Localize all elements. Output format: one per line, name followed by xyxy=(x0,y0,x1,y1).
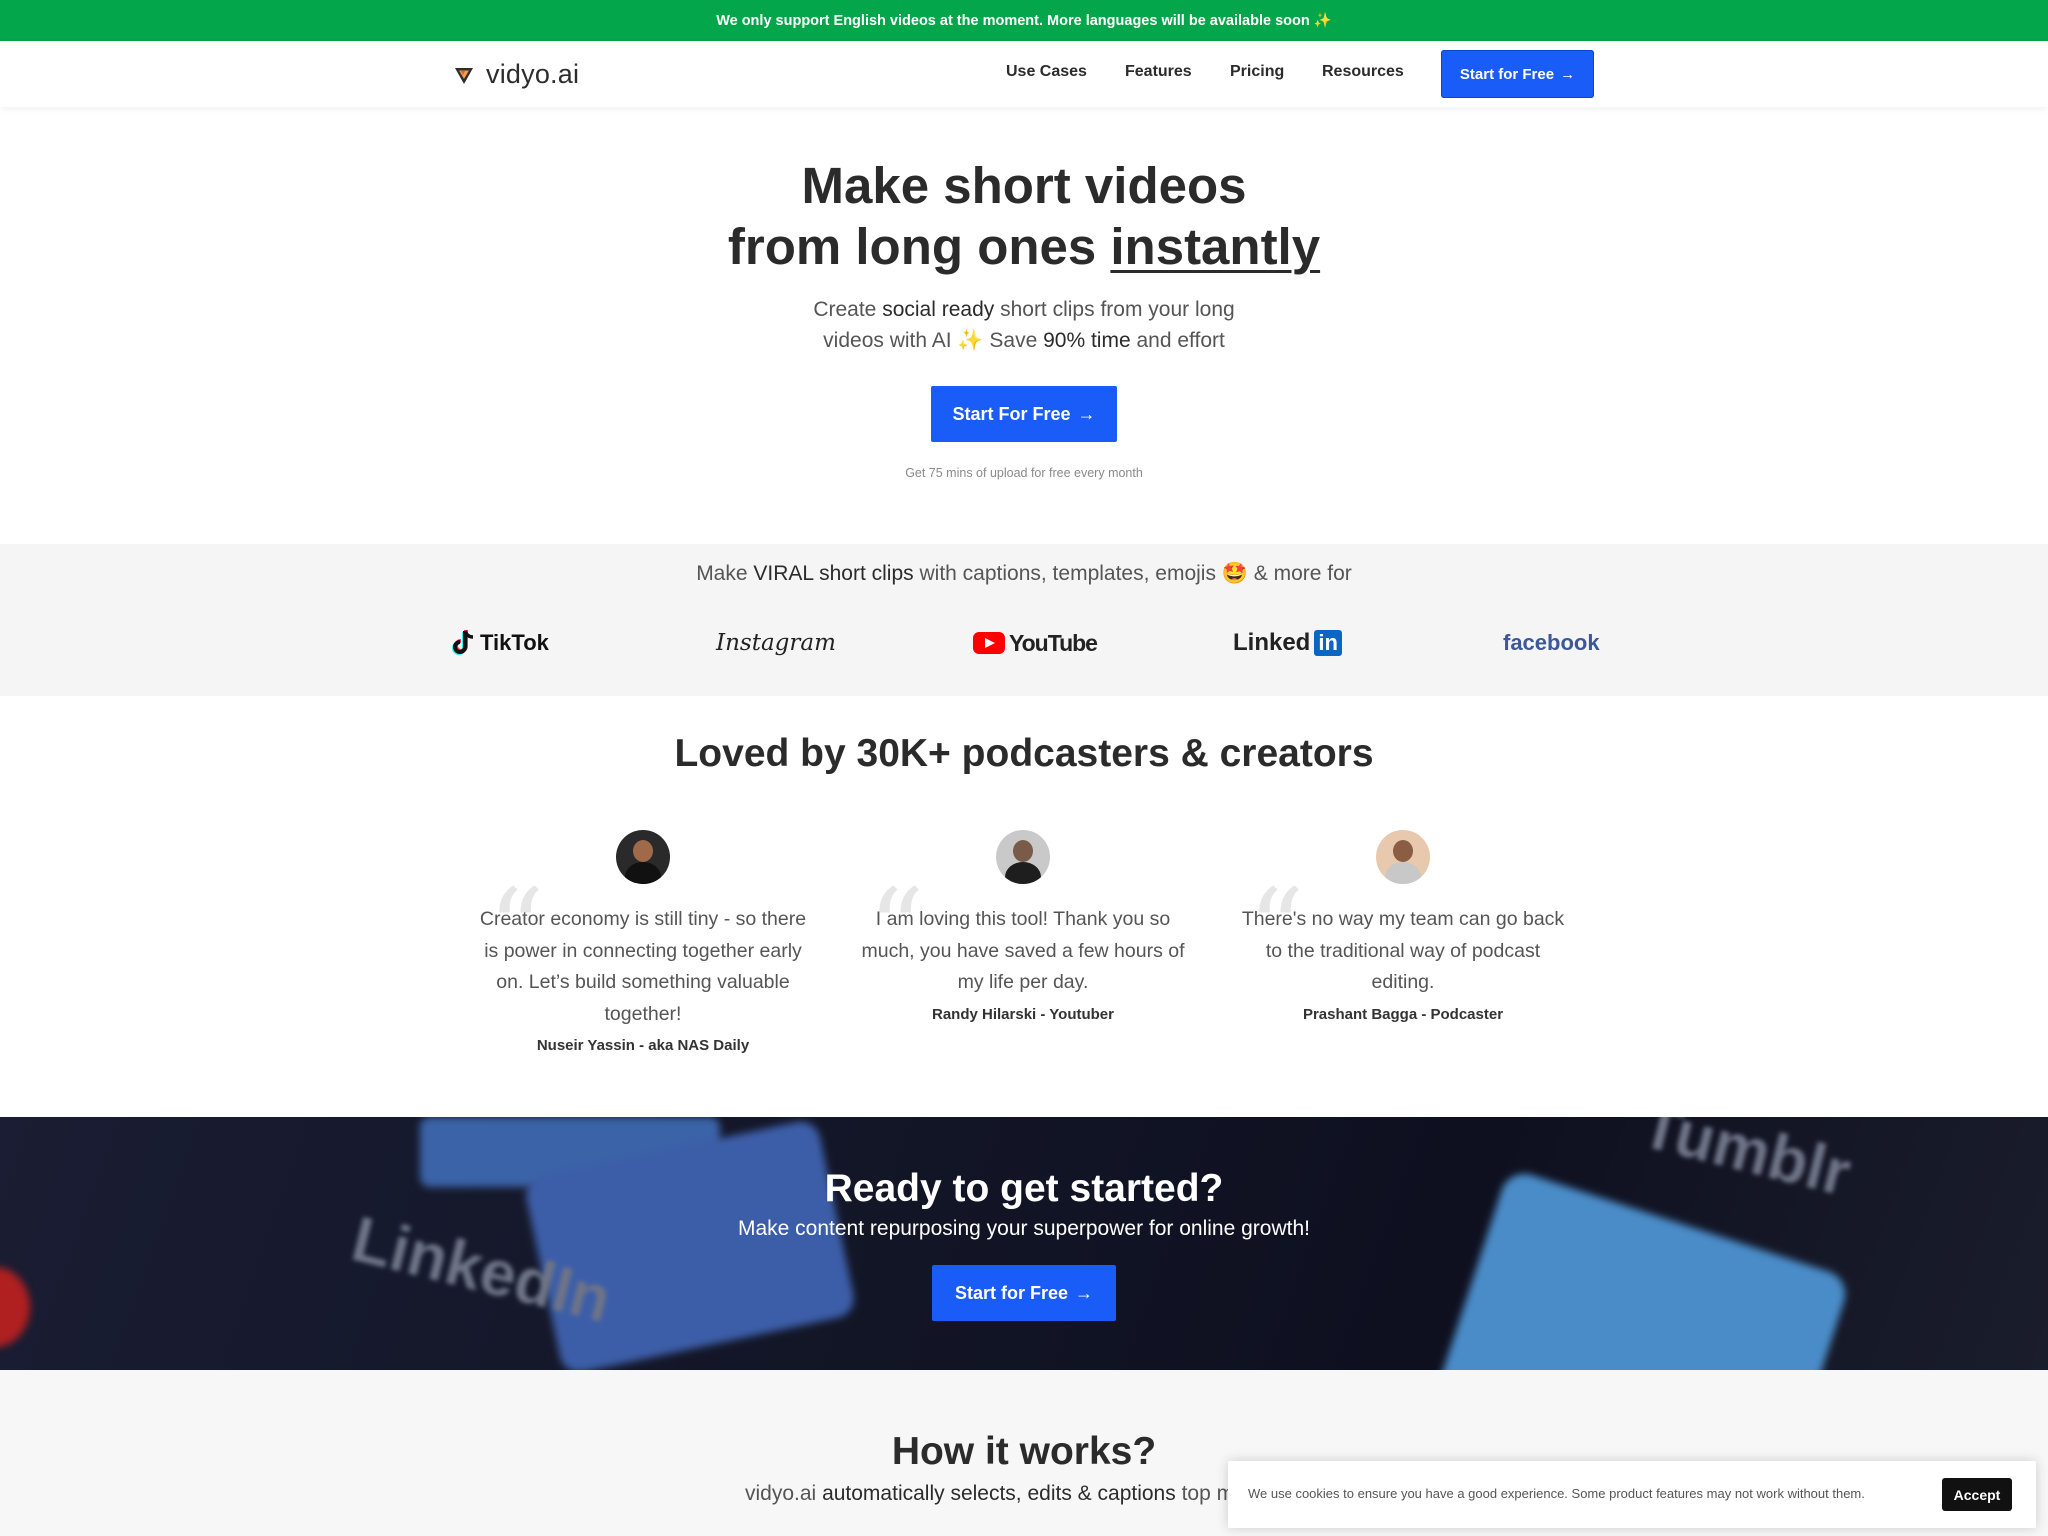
platforms-section: Make VIRAL short clips with captions, te… xyxy=(0,544,2048,696)
arrow-right-icon: → xyxy=(1077,403,1096,424)
hero-title-line1: Make short videos xyxy=(801,157,1247,214)
top-navbar: vidyo.ai Use Cases Features Pricing Reso… xyxy=(0,41,2048,107)
testimonial-author: Randy Hilarski - Youtuber xyxy=(932,1005,1114,1023)
free-upload-note: Get 75 mins of upload for free every mon… xyxy=(905,466,1143,480)
announcement-text: We only support English videos at the mo… xyxy=(716,13,1332,29)
hero-start-free-label: Start For Free xyxy=(952,403,1071,424)
ready-section: LinkedIn Tumblr Ready to get started? Ma… xyxy=(0,1117,2048,1370)
testimonial-author: Nuseir Yassin - aka NAS Daily xyxy=(536,1037,750,1054)
arrow-right-icon: → xyxy=(1560,65,1576,83)
brand-name: vidyo.ai xyxy=(486,59,580,89)
linkedin-wordmark: Linked xyxy=(1233,629,1311,656)
platforms-title-bold: VIRAL short clips xyxy=(753,562,914,585)
nav-resources[interactable]: Resources xyxy=(1322,63,1404,81)
testimonial-quote: Creator economy is still tiny - so there… xyxy=(479,908,807,1025)
hero-sub-bold: 90% time xyxy=(1043,329,1131,352)
ready-title: Ready to get started? xyxy=(824,1167,1224,1210)
hero-sub-text: and effort xyxy=(1130,329,1225,352)
youtube-logo: YouTube xyxy=(973,626,1098,660)
facebook-logo: facebook xyxy=(1503,626,1600,660)
testimonial-quote: I am loving this tool! Thank you so much… xyxy=(861,908,1185,993)
ready-start-free-label: Start for Free xyxy=(954,1282,1069,1303)
instagram-wordmark: Instagram xyxy=(716,630,836,656)
tiktok-logo: TikTok xyxy=(452,626,549,660)
nav-start-free-button[interactable]: Start for Free → xyxy=(1441,50,1594,98)
platforms-title-text: with captions, templates, emojis 🤩 & mor… xyxy=(913,562,1352,585)
hero-sub-bold: social ready xyxy=(882,298,995,321)
testimonial-card: “ Creator economy is still tiny - so the… xyxy=(478,830,808,1054)
nav-pricing[interactable]: Pricing xyxy=(1230,63,1284,81)
linkedin-logo: Linked in xyxy=(1233,626,1342,660)
facebook-wordmark: facebook xyxy=(1503,630,1600,655)
how-sub-text: vidyo.ai xyxy=(745,1482,823,1505)
nav-use-cases[interactable]: Use Cases xyxy=(1006,63,1087,81)
cookie-consent-bar: We use cookies to ensure you have a good… xyxy=(1228,1461,2036,1528)
hero-sub-text: videos with AI ✨ Save xyxy=(823,329,1044,352)
nav-start-free-label: Start for Free xyxy=(1459,65,1555,83)
announcement-banner: We only support English videos at the mo… xyxy=(0,0,2048,41)
hero-subtitle: Create social ready short clips from you… xyxy=(0,294,2048,356)
testimonials-title: Loved by 30K+ podcasters & creators xyxy=(674,732,1374,775)
cookie-message: We use cookies to ensure you have a good… xyxy=(1248,1486,1865,1501)
youtube-play-icon xyxy=(973,632,1005,654)
vidyo-logo-icon xyxy=(455,67,473,84)
brand-logo[interactable]: vidyo.ai xyxy=(452,59,579,90)
testimonial-author: Prashant Bagga - Podcaster xyxy=(1302,1005,1504,1023)
platforms-title-text: Make xyxy=(696,562,754,585)
avatar xyxy=(996,830,1050,884)
arrow-right-icon: → xyxy=(1075,1282,1094,1303)
background-tile xyxy=(0,1267,30,1347)
testimonial-card: “ There's no way my team can go back to … xyxy=(1238,830,1568,1023)
avatar xyxy=(1376,830,1430,884)
tiktok-wordmark: TikTok xyxy=(480,630,549,655)
hero-title-line2: from long ones instantly xyxy=(0,216,2048,277)
instagram-logo: Instagram xyxy=(716,626,836,660)
nav-features[interactable]: Features xyxy=(1125,63,1192,81)
testimonial-card: “ I am loving this tool! Thank you so mu… xyxy=(858,830,1188,1023)
ready-start-free-button[interactable]: Start for Free → xyxy=(932,1265,1116,1321)
hero-start-free-button[interactable]: Start For Free → xyxy=(931,386,1117,442)
hero-sub-text: short clips from your long xyxy=(994,298,1235,321)
avatar xyxy=(616,830,670,884)
hero-title-emphasis: instantly xyxy=(1110,218,1321,275)
cookie-accept-button[interactable]: Accept xyxy=(1942,1478,2012,1511)
platforms-title: Make VIRAL short clips with captions, te… xyxy=(0,562,2048,586)
how-sub-bold: automatically selects, edits & captions xyxy=(822,1482,1176,1505)
youtube-wordmark: YouTube xyxy=(1009,629,1098,656)
hero-title-prefix: from long ones xyxy=(727,218,1111,275)
hero-sub-text: Create xyxy=(813,298,883,321)
hero-title: Make short videos from long ones instant… xyxy=(0,155,2048,277)
tiktok-icon xyxy=(452,630,474,655)
testimonial-quote: There's no way my team can go back to th… xyxy=(1241,908,1565,993)
ready-subtitle: Make content repurposing your superpower… xyxy=(738,1217,1310,1240)
linkedin-in-icon: in xyxy=(1314,630,1342,656)
